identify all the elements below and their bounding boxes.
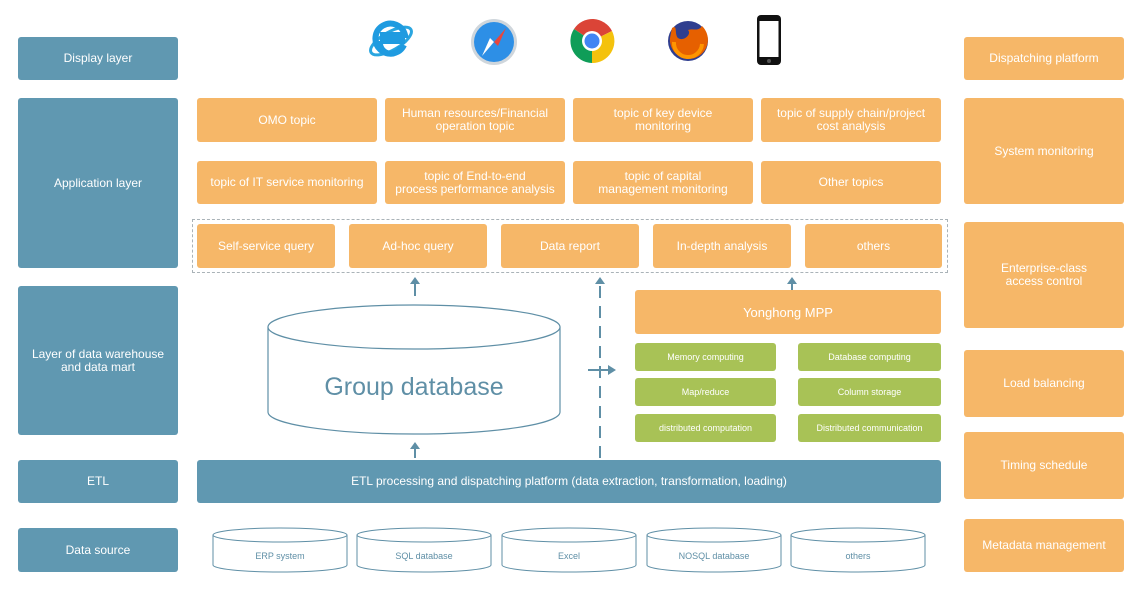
mpp-memory-computing: Memory computing (635, 343, 776, 371)
etl-platform: ETL processing and dispatching platform … (197, 460, 941, 503)
source-nosql: NOSQL database (678, 551, 750, 561)
source-sql: SQL database (395, 551, 453, 561)
mpp-map-reduce: Map/reduce (635, 378, 776, 406)
mpp-database-computing: Database computing (798, 343, 941, 371)
mpp-distributed-communication: Distributed communication (798, 414, 941, 442)
yonghong-mpp: Yonghong MPP (635, 290, 941, 334)
source-excel: Excel (557, 551, 580, 561)
source-others: others (845, 551, 871, 561)
mpp-distributed-computation: distributed computation (635, 414, 776, 442)
source-erp: ERP system (255, 551, 305, 561)
group-database-label: Group database (324, 372, 504, 401)
mpp-column-storage: Column storage (798, 378, 941, 406)
architecture-diagram: Display layer Application layer Layer of… (0, 0, 1140, 590)
